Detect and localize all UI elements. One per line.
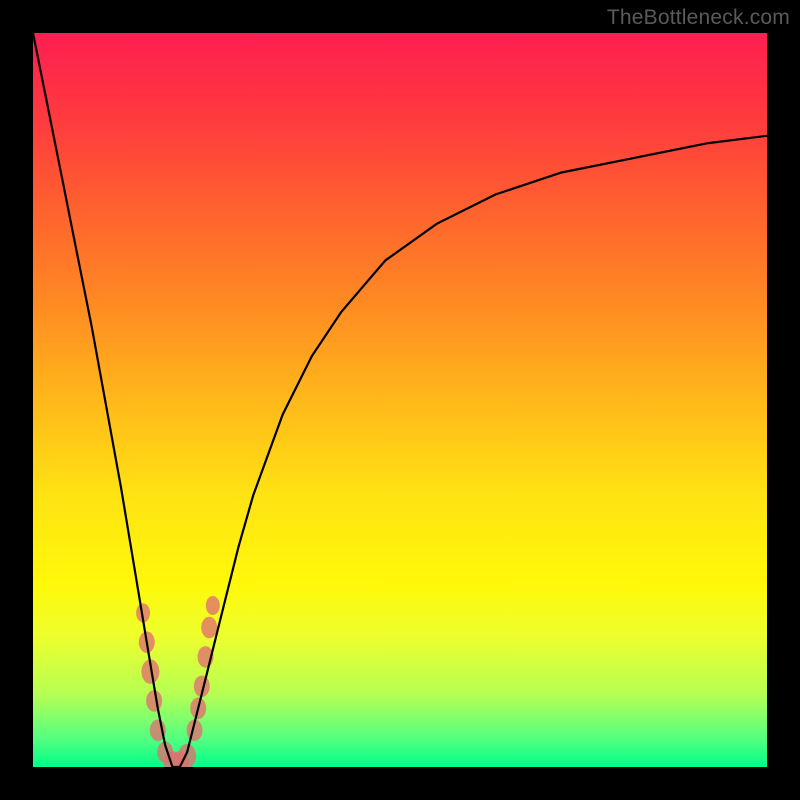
marker-blob xyxy=(146,690,162,712)
plot-area xyxy=(33,33,767,767)
bottleneck-curve xyxy=(33,33,767,767)
marker-layer xyxy=(136,596,220,767)
watermark-text: TheBottleneck.com xyxy=(607,6,790,30)
curve-path xyxy=(33,33,767,767)
marker-blob xyxy=(201,617,217,639)
chart-frame: TheBottleneck.com xyxy=(0,0,800,800)
marker-blob xyxy=(206,596,220,615)
